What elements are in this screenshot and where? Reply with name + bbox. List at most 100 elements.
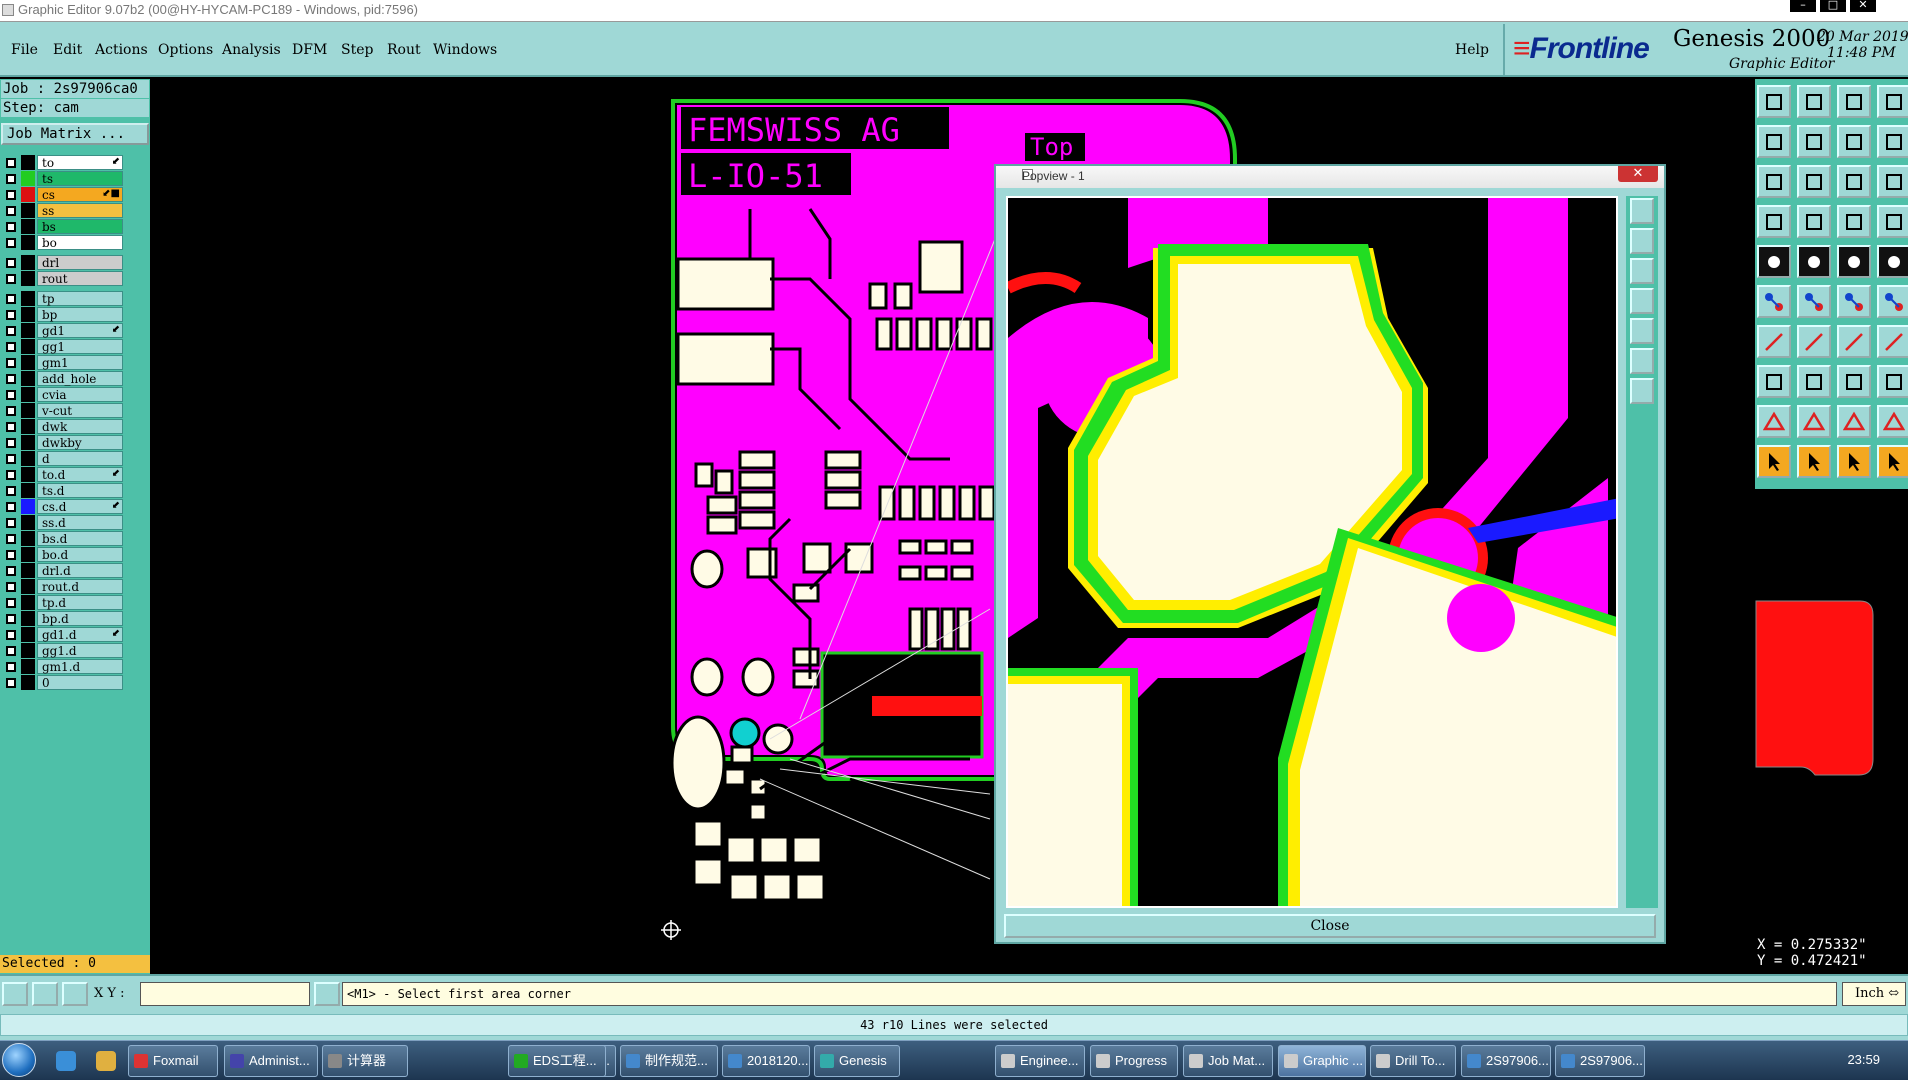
layer-color-swatch[interactable] xyxy=(21,499,35,514)
arch2-icon[interactable] xyxy=(1877,405,1908,438)
layer-checkbox[interactable] xyxy=(6,174,16,184)
pointer-icon[interactable] xyxy=(1757,445,1791,478)
layer-checkbox[interactable] xyxy=(6,390,16,400)
menu-analysis[interactable]: Analysis xyxy=(222,42,281,58)
layer-color-swatch[interactable] xyxy=(21,547,35,562)
popview-pan-icon[interactable] xyxy=(1630,288,1654,314)
layer-row-drl.d[interactable]: drl.d xyxy=(4,563,123,578)
pan-right-icon[interactable] xyxy=(1797,125,1831,158)
taskbar-item[interactable]: 2S97906... xyxy=(1555,1045,1645,1077)
home-icon[interactable] xyxy=(1757,85,1791,118)
layer-name[interactable]: dwk xyxy=(37,419,123,434)
move-icon[interactable] xyxy=(1837,285,1871,318)
layer-row-bp.d[interactable]: bp.d xyxy=(4,611,123,626)
popview-zoom-in-icon[interactable] xyxy=(1630,228,1654,254)
layer-name[interactable]: to ⬋ xyxy=(37,155,123,170)
layer-color-swatch[interactable] xyxy=(21,611,35,626)
layer-color-swatch[interactable] xyxy=(21,675,35,690)
layer-name[interactable]: ts.d xyxy=(37,483,123,498)
layer-row-bo.d[interactable]: bo.d xyxy=(4,547,123,562)
node-icon[interactable] xyxy=(1877,285,1908,318)
layer-checkbox[interactable] xyxy=(6,470,16,480)
layer-checkbox[interactable] xyxy=(6,374,16,384)
layer-checkbox[interactable] xyxy=(6,238,16,248)
layer-color-swatch[interactable] xyxy=(21,339,35,354)
layer-color-swatch[interactable] xyxy=(21,467,35,482)
layer-row-ss.d[interactable]: ss.d xyxy=(4,515,123,530)
angle-icon[interactable] xyxy=(1757,325,1791,358)
layer-color-swatch[interactable] xyxy=(21,419,35,434)
popview-title-bar[interactable]: Popview - 1 ✕ xyxy=(996,166,1664,188)
layer-name[interactable]: drl.d xyxy=(37,563,123,578)
layer-checkbox[interactable] xyxy=(6,550,16,560)
taskbar-item[interactable]: Job Mat... xyxy=(1183,1045,1273,1077)
connect-icon[interactable] xyxy=(1757,285,1791,318)
pointer2-icon[interactable] xyxy=(1797,445,1831,478)
layer-row-rout.d[interactable]: rout.d xyxy=(4,579,123,594)
layer-checkbox[interactable] xyxy=(6,502,16,512)
layer-name[interactable]: gd1 ⬋ xyxy=(37,323,123,338)
layer-name[interactable]: tp xyxy=(37,291,123,306)
layer-row-d[interactable]: d xyxy=(4,451,123,466)
layer-checkbox[interactable] xyxy=(6,258,16,268)
minimize-button[interactable]: – xyxy=(1790,0,1816,12)
split-icon[interactable] xyxy=(1877,125,1908,158)
layer-name[interactable]: ss.d xyxy=(37,515,123,530)
layer-row-add_hole[interactable]: add_hole xyxy=(4,371,123,386)
measure-icon[interactable] xyxy=(1837,205,1871,238)
layer-color-swatch[interactable] xyxy=(21,387,35,402)
layer-checkbox[interactable] xyxy=(6,274,16,284)
layer-row-bp[interactable]: bp xyxy=(4,307,123,322)
layer-name[interactable]: ss xyxy=(37,203,123,218)
layer-name[interactable]: tp.d xyxy=(37,595,123,610)
layer-name[interactable]: cs ⬋■ xyxy=(37,187,123,202)
layer-color-swatch[interactable] xyxy=(21,171,35,186)
layer-color-swatch[interactable] xyxy=(21,435,35,450)
popview-zoom-home-icon[interactable] xyxy=(1630,198,1654,224)
layer-row-dwk[interactable]: dwk xyxy=(4,419,123,434)
menu-rout[interactable]: Rout xyxy=(387,42,421,58)
layer-color-swatch[interactable] xyxy=(21,155,35,170)
layer-row-cvia[interactable]: cvia xyxy=(4,387,123,402)
menu-file[interactable]: File xyxy=(11,42,38,58)
popview-zoom-out-icon[interactable] xyxy=(1630,258,1654,284)
taskbar-item[interactable]: Administ... xyxy=(224,1045,318,1077)
menu-edit[interactable]: Edit xyxy=(53,42,82,58)
select-pad-icon[interactable] xyxy=(1757,365,1791,398)
layer-checkbox[interactable] xyxy=(6,438,16,448)
layer-color-swatch[interactable] xyxy=(21,307,35,322)
menu-options[interactable]: Options xyxy=(158,42,213,58)
layer-name[interactable]: drl xyxy=(37,255,123,270)
layer-row-gd1[interactable]: gd1 ⬋ xyxy=(4,323,123,338)
layer-color-swatch[interactable] xyxy=(21,371,35,386)
minus-icon[interactable] xyxy=(1797,365,1831,398)
layer-checkbox[interactable] xyxy=(6,598,16,608)
xy-input[interactable] xyxy=(140,982,310,1006)
cross-icon[interactable] xyxy=(1797,285,1831,318)
layer-checkbox[interactable] xyxy=(6,222,16,232)
layer-color-swatch[interactable] xyxy=(21,219,35,234)
snap-icon[interactable] xyxy=(2,982,28,1006)
layer-row-ts.d[interactable]: ts.d xyxy=(4,483,123,498)
layer-row-gd1.d[interactable]: gd1.d ⬋ xyxy=(4,627,123,642)
taskbar-item[interactable]: 2018120... xyxy=(722,1045,810,1077)
layer-name[interactable]: bo.d xyxy=(37,547,123,562)
dot-icon[interactable] xyxy=(1877,245,1908,278)
slash-icon[interactable] xyxy=(1797,325,1831,358)
layer-checkbox[interactable] xyxy=(6,158,16,168)
start-button[interactable] xyxy=(2,1043,36,1077)
layer-row-bo[interactable]: bo xyxy=(4,235,123,250)
ie-icon[interactable] xyxy=(56,1051,76,1071)
layer-color-swatch[interactable] xyxy=(21,403,35,418)
layer-name[interactable]: cs.d ⬋ xyxy=(37,499,123,514)
layer-checkbox[interactable] xyxy=(6,406,16,416)
layer-checkbox[interactable] xyxy=(6,342,16,352)
zoom-in-icon[interactable] xyxy=(1797,85,1831,118)
layer-name[interactable]: gd1.d ⬋ xyxy=(37,627,123,642)
layer-color-swatch[interactable] xyxy=(21,627,35,642)
menu-step[interactable]: Step xyxy=(341,42,373,58)
layer-color-swatch[interactable] xyxy=(21,255,35,270)
layer-row-ts[interactable]: ts xyxy=(4,171,123,186)
layer-checkbox[interactable] xyxy=(6,614,16,624)
layer-checkbox[interactable] xyxy=(6,646,16,656)
